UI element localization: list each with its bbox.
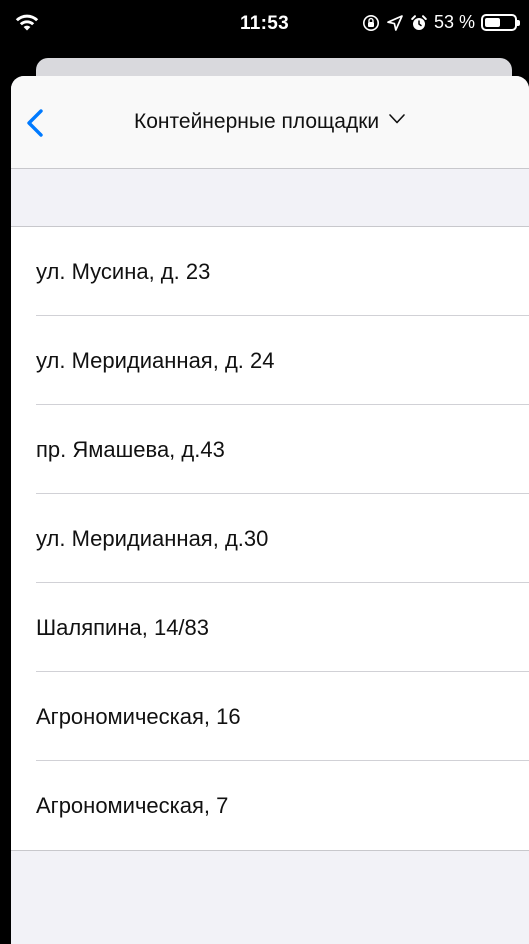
list-item-label: Шаляпина, 14/83 <box>36 614 210 640</box>
nav-title-dropdown[interactable]: Контейнерные площадки <box>11 110 529 134</box>
list-item[interactable]: ул. Меридианная, д. 24 <box>11 316 529 405</box>
modal-sheet: Контейнерные площадки ул. Мусина, д. 23 … <box>11 76 529 944</box>
battery-icon <box>481 14 520 31</box>
list-item-label: ул. Мусина, д. 23 <box>36 258 211 284</box>
list-item[interactable]: Агрономическая, 7 <box>11 761 529 850</box>
list-item[interactable]: Шаляпина, 14/83 <box>11 583 529 672</box>
battery-percent: 53 % <box>433 12 475 32</box>
list-item[interactable]: ул. Мусина, д. 23 <box>11 227 529 316</box>
list-item-label: ул. Меридианная, д.30 <box>36 525 269 551</box>
navigation-bar: Контейнерные площадки <box>11 76 529 169</box>
orientation-lock-icon <box>362 14 379 31</box>
list-item-label: Агрономическая, 7 <box>36 792 229 818</box>
status-right-group: 53 % <box>362 12 520 33</box>
list-item[interactable]: ул. Меридианная, д.30 <box>11 494 529 583</box>
list-item-label: пр. Ямашева, д.43 <box>36 436 225 462</box>
page-title: Контейнерные площадки <box>134 110 380 133</box>
list-item-label: ул. Меридианная, д. 24 <box>36 347 275 373</box>
location-icon <box>387 14 403 31</box>
list-item-label: Агрономическая, 16 <box>36 703 241 729</box>
status-bar: 11:53 53 % <box>0 0 529 44</box>
list-item[interactable]: Агрономическая, 16 <box>11 672 529 761</box>
battery-level-fill <box>485 18 500 27</box>
alarm-icon <box>411 14 427 30</box>
address-list: ул. Мусина, д. 23 ул. Меридианная, д. 24… <box>11 226 529 851</box>
chevron-down-icon <box>389 114 405 124</box>
list-item[interactable]: пр. Ямашева, д.43 <box>11 405 529 494</box>
